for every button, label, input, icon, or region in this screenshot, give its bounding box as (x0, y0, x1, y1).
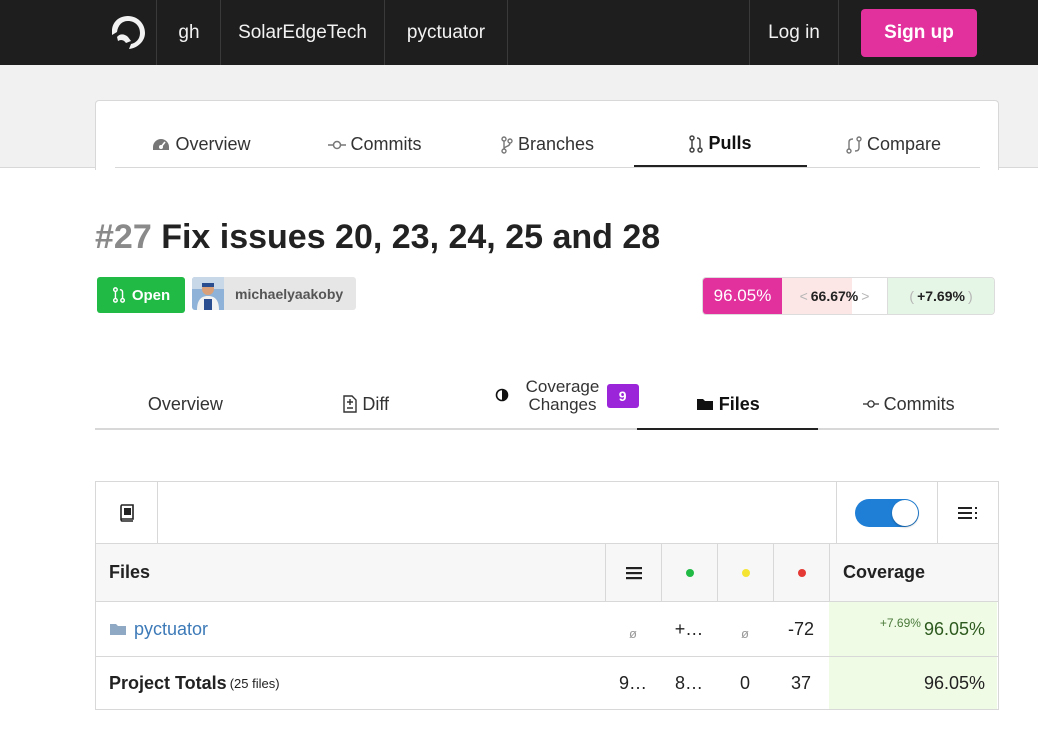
tab-overview-label: Overview (175, 134, 251, 154)
pull-state-label: Open (131, 286, 171, 304)
totals-misses: 37 (790, 672, 812, 693)
pull-request-icon (112, 287, 125, 303)
pull-tab-diff-label: Diff (362, 393, 390, 414)
table-row: pyctuator ø +… ø -72 +7.69% 96.05% (96, 602, 998, 657)
misses-dot-icon (797, 568, 806, 577)
tab-overview[interactable]: Overview (115, 122, 288, 167)
hits-header[interactable] (661, 544, 717, 601)
toggle-knob (892, 499, 918, 526)
tab-commits[interactable]: Commits (288, 122, 461, 167)
partials-value: ø (741, 625, 749, 641)
author-badge[interactable]: michaelyaakoby (192, 277, 356, 310)
coverage-delta: +7.69% (879, 616, 921, 630)
pull-tab-commits-label: Commits (883, 393, 955, 414)
table-header-row: Files Coverage (96, 544, 998, 602)
file-name-cell[interactable]: pyctuator (96, 602, 605, 656)
totals-label: Project Totals (109, 672, 227, 693)
files-header[interactable]: Files (96, 544, 605, 601)
lines-header[interactable] (605, 544, 661, 601)
totals-label-cell: Project Totals (25 files) (96, 657, 605, 709)
compare-icon (846, 135, 862, 154)
branch-icon (501, 135, 513, 154)
tab-branches-label: Branches (517, 134, 595, 154)
coverage-change-box: ( +7.69% ) (888, 278, 994, 314)
half-circle-icon (495, 388, 508, 402)
breadcrumb-repo[interactable]: pyctuator (385, 0, 508, 65)
pull-request-icon (689, 134, 704, 153)
login-link[interactable]: Log in (749, 0, 839, 65)
coverage-value: 96.05% (923, 618, 985, 639)
hits-value: +… (674, 618, 704, 639)
partials-dot-icon (741, 568, 750, 577)
partials-header[interactable] (717, 544, 773, 601)
folder-link[interactable]: pyctuator (134, 619, 208, 640)
breadcrumb-owner[interactable]: SolarEdgeTech (221, 0, 385, 65)
pull-tab-commits[interactable]: Commits (818, 372, 999, 428)
pull-tab-coverage-changes[interactable]: Coverage Changes 9 (457, 372, 639, 428)
misses-header[interactable] (773, 544, 829, 601)
codecov-logo-icon[interactable] (100, 0, 157, 65)
signup-button[interactable]: Sign up (861, 9, 977, 57)
folder-icon (696, 399, 713, 410)
head-coverage: 96.05% (703, 278, 782, 314)
repo-tabs: Overview Commits Branches Pulls Compare (115, 122, 980, 168)
book-icon[interactable] (96, 482, 158, 543)
top-nav: gh SolarEdgeTech pyctuator Log in Sign u… (0, 0, 1038, 65)
pull-tab-overview[interactable]: Overview (95, 372, 276, 428)
coverage-changes-count-badge: 9 (606, 384, 639, 408)
totals-lines: 9… (618, 672, 647, 693)
coverage-cell: +7.69% 96.05% (829, 602, 997, 656)
view-toggle[interactable] (836, 482, 938, 543)
coverage-summary: 96.05% < 66.67% > ( +7.69% ) (702, 277, 995, 315)
avatar (192, 277, 224, 310)
dashboard-icon (153, 138, 170, 150)
pull-state-badge: Open (97, 277, 185, 313)
tab-pulls[interactable]: Pulls (634, 122, 807, 167)
commit-icon (327, 140, 346, 149)
pull-tab-coverage-changes-label: Coverage Changes (525, 377, 600, 414)
pull-tab-files-label: Files (718, 393, 760, 414)
coverage-header[interactable]: Coverage (829, 544, 997, 601)
diff-file-icon (343, 395, 358, 413)
commit-icon (862, 400, 879, 408)
tab-compare-label: Compare (866, 134, 942, 154)
pull-tab-files[interactable]: Files (637, 372, 819, 430)
totals-coverage: 96.05% (829, 657, 997, 709)
totals-partials: 0 (739, 672, 750, 693)
tab-branches[interactable]: Branches (461, 122, 634, 167)
toggle-switch[interactable] (855, 498, 919, 527)
coverage-change: +7.69% (917, 288, 965, 304)
author-name: michaelyaakoby (235, 285, 344, 302)
pull-number: #27 (95, 218, 152, 256)
breadcrumb-service[interactable]: gh (158, 0, 221, 65)
totals-row: Project Totals (25 files) 9… 8… 0 37 96.… (96, 657, 998, 709)
lines-icon (625, 566, 642, 579)
totals-hits: 8… (674, 672, 703, 693)
files-table: Files Coverage pyctuator ø +… ø -72 +7.6… (95, 481, 999, 710)
misses-value: -72 (787, 618, 814, 639)
pull-tab-overview-label: Overview (147, 393, 223, 414)
hits-dot-icon (685, 568, 694, 577)
pull-tabs: Overview Diff Coverage Changes 9 Files C… (95, 372, 999, 430)
lines-value: ø (629, 625, 637, 641)
totals-files-count: (25 files) (229, 675, 280, 691)
tab-compare[interactable]: Compare (807, 122, 980, 167)
base-coverage: 66.67% (810, 288, 859, 304)
tab-commits-label: Commits (350, 134, 422, 154)
files-toolbar (96, 482, 998, 544)
list-options-icon[interactable] (938, 482, 998, 543)
pull-title-text: Fix issues 20, 23, 24, 25 and 28 (161, 218, 661, 256)
folder-icon (110, 624, 126, 635)
pull-title: #27 Fix issues 20, 23, 24, 25 and 28 (95, 218, 660, 257)
base-coverage-box: < 66.67% > (782, 278, 888, 314)
tab-pulls-label: Pulls (708, 133, 752, 153)
pull-tab-diff[interactable]: Diff (276, 372, 457, 428)
